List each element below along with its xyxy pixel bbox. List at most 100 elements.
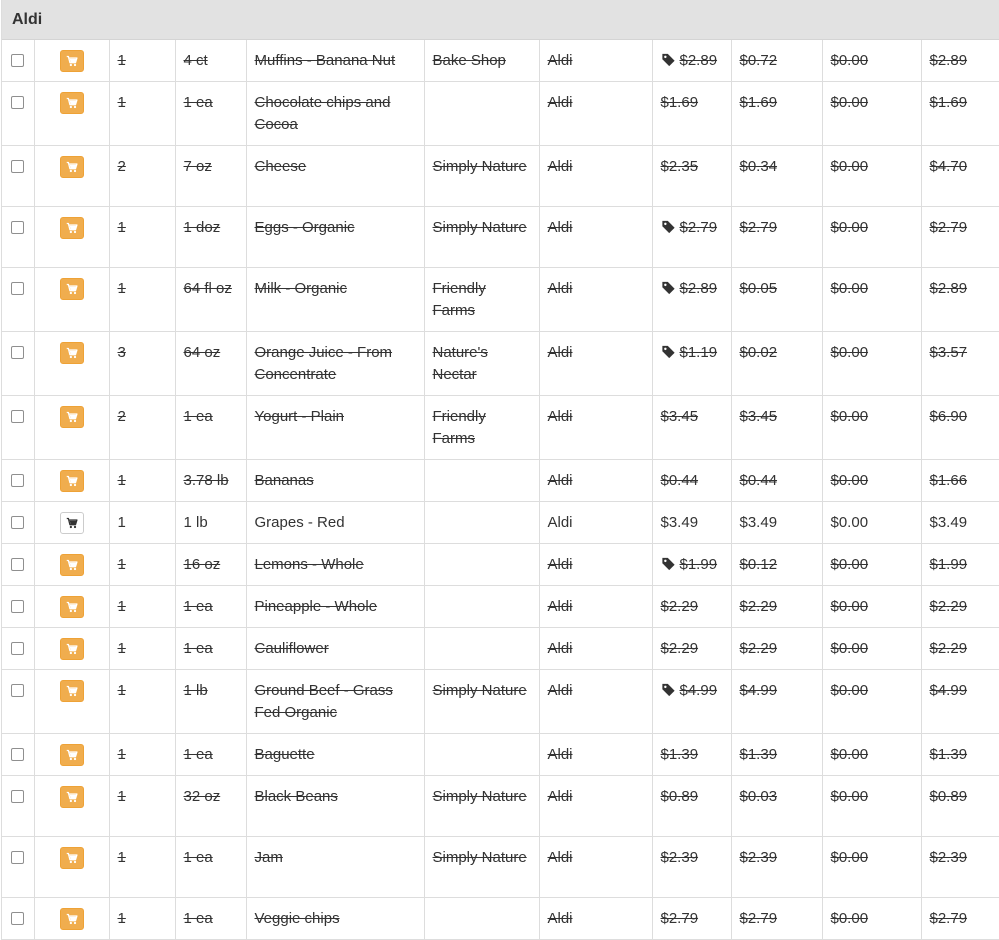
table-row: 11 doz Eggs - Organic Simply Nature Aldi $2.…: [2, 206, 999, 268]
item-checkbox[interactable]: [11, 748, 24, 761]
table-row: 1 16 oz Lemons - Whole Aldi $1.99 $0.12 $0.00 $…: [2, 543, 999, 586]
item-checkbox[interactable]: [11, 912, 24, 925]
item-price: $4.99: [679, 682, 718, 699]
item-price-cell: $3.45: [652, 395, 732, 460]
item-price-cell: $2.89: [652, 40, 732, 82]
item-quantity: 1: [109, 206, 176, 268]
item-tax: $0.00: [822, 206, 922, 268]
cart-toggle-button[interactable]: [59, 512, 84, 534]
item-unit-price: $2.79: [731, 206, 823, 268]
item-checkbox[interactable]: [11, 790, 24, 803]
item-store: Aldi: [539, 40, 653, 82]
cart-toggle-button[interactable]: [59, 92, 84, 114]
cart-toggle-button[interactable]: [59, 638, 84, 660]
item-checkbox[interactable]: [11, 96, 24, 109]
item-quantity: 1: [109, 775, 176, 837]
item-name: Eggs - Organic: [246, 206, 425, 268]
store-panel: Aldi 14 ct Muffins - Banana Nut Bake Shop A…: [1, 0, 999, 940]
table-row: 11 ea Jam Simply Nature Aldi $2.39 $2.39 $0.00…: [2, 836, 999, 898]
item-size: 1 ea: [175, 627, 247, 670]
cart-toggle-button[interactable]: [59, 908, 84, 930]
item-price-cell: $0.89: [652, 775, 732, 837]
item-store: Aldi: [539, 585, 653, 628]
shopping-list-table: 14 ct Muffins - Banana Nut Bake Shop Aldi $2…: [2, 40, 999, 940]
item-checkbox[interactable]: [11, 516, 24, 529]
item-brand: [424, 733, 540, 776]
item-price: $2.39: [660, 849, 699, 866]
item-tax: $0.00: [822, 81, 922, 146]
item-tax: $0.00: [822, 543, 922, 586]
item-total: $1.99: [921, 543, 999, 586]
item-size: 64 oz: [175, 331, 247, 396]
item-brand: [424, 81, 540, 146]
item-name: Pineapple - Whole: [246, 585, 425, 628]
item-price-cell: $4.99: [652, 669, 732, 734]
item-checkbox[interactable]: [11, 221, 24, 234]
cart-toggle-button[interactable]: [59, 680, 84, 702]
cart-toggle-button[interactable]: [59, 596, 84, 618]
item-name: Baguette: [246, 733, 425, 776]
item-checkbox[interactable]: [11, 642, 24, 655]
item-store: Aldi: [539, 501, 653, 544]
price-tag-icon: [661, 281, 675, 295]
item-tax: $0.00: [822, 40, 922, 82]
item-brand: Simply Nature: [424, 836, 540, 898]
item-store: Aldi: [539, 627, 653, 670]
item-unit-price: $3.45: [731, 395, 823, 460]
item-size: 3.78 lb: [175, 459, 247, 502]
cart-toggle-button[interactable]: [59, 847, 84, 869]
item-checkbox[interactable]: [11, 851, 24, 864]
shopping-cart-icon: [66, 517, 78, 529]
item-checkbox[interactable]: [11, 346, 24, 359]
item-checkbox[interactable]: [11, 54, 24, 67]
item-unit-price: $1.69: [731, 81, 823, 146]
item-total: $0.89: [921, 775, 999, 837]
item-checkbox[interactable]: [11, 474, 24, 487]
item-tax: $0.00: [822, 459, 922, 502]
item-brand: [424, 543, 540, 586]
store-title: Aldi: [12, 10, 43, 28]
item-checkbox[interactable]: [11, 410, 24, 423]
cart-toggle-button[interactable]: [59, 156, 84, 178]
cart-toggle-button[interactable]: [59, 744, 84, 766]
item-quantity: 1: [109, 897, 176, 940]
cart-toggle-button[interactable]: [59, 278, 84, 300]
item-checkbox[interactable]: [11, 160, 24, 173]
shopping-cart-icon: [66, 97, 78, 109]
item-checkbox[interactable]: [11, 558, 24, 571]
item-brand: Nature's Nectar: [424, 331, 540, 396]
item-total: $3.57: [921, 331, 999, 396]
item-unit-price: $0.05: [731, 267, 823, 332]
table-row: 11 lb Grapes - Red Aldi $3.49 $3.49 $0.00 $3.4…: [2, 501, 999, 544]
table-row: 1 64 fl oz Milk - Organic Friendly Farms Ald…: [2, 267, 999, 332]
item-checkbox[interactable]: [11, 282, 24, 295]
item-quantity: 1: [109, 40, 176, 82]
item-price: $2.29: [660, 640, 699, 657]
item-brand: Simply Nature: [424, 669, 540, 734]
cart-toggle-button[interactable]: [59, 786, 84, 808]
item-brand: Simply Nature: [424, 145, 540, 207]
cart-toggle-button[interactable]: [59, 406, 84, 428]
cart-toggle-button[interactable]: [59, 470, 84, 492]
shopping-cart-icon: [66, 475, 78, 487]
item-total: $2.79: [921, 897, 999, 940]
item-price-cell: $2.89: [652, 267, 732, 332]
item-quantity: 1: [109, 267, 176, 332]
cart-toggle-button[interactable]: [59, 554, 84, 576]
item-price-cell: $1.69: [652, 81, 732, 146]
item-total: $2.29: [921, 627, 999, 670]
cart-toggle-button[interactable]: [59, 217, 84, 239]
cart-toggle-button[interactable]: [59, 342, 84, 364]
shopping-cart-icon: [66, 601, 78, 613]
item-unit-price: $4.99: [731, 669, 823, 734]
item-quantity: 1: [109, 836, 176, 898]
shopping-cart-icon: [66, 685, 78, 697]
item-price: $1.69: [660, 94, 699, 111]
item-store: Aldi: [539, 836, 653, 898]
item-size: 1 lb: [175, 669, 247, 734]
item-store: Aldi: [539, 459, 653, 502]
cart-toggle-button[interactable]: [59, 50, 84, 72]
item-checkbox[interactable]: [11, 684, 24, 697]
item-checkbox[interactable]: [11, 600, 24, 613]
item-unit-price: $0.34: [731, 145, 823, 207]
